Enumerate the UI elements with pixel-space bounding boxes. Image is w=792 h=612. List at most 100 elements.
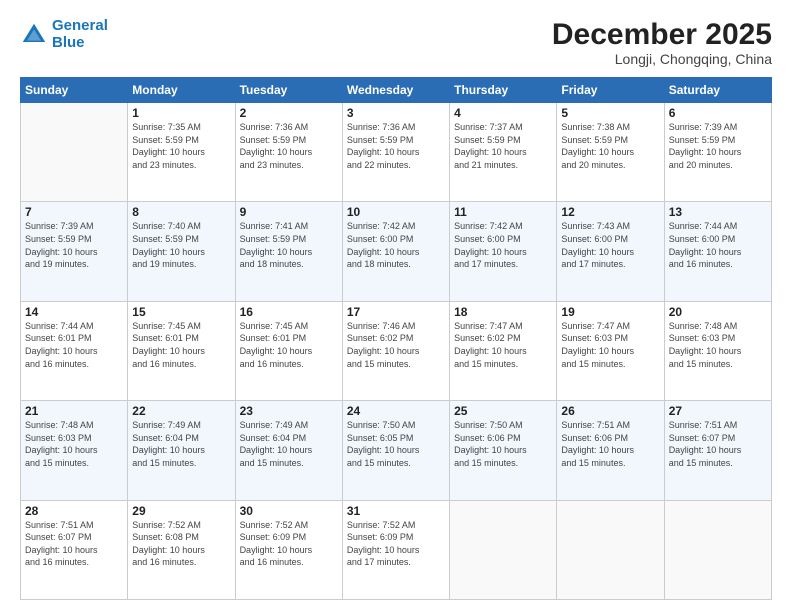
day-info: Sunrise: 7:52 AM Sunset: 6:09 PM Dayligh… [347, 519, 445, 569]
calendar-table: SundayMondayTuesdayWednesdayThursdayFrid… [20, 77, 772, 600]
day-info: Sunrise: 7:37 AM Sunset: 5:59 PM Dayligh… [454, 121, 552, 171]
day-number: 31 [347, 504, 445, 518]
day-number: 18 [454, 305, 552, 319]
day-number: 13 [669, 205, 767, 219]
day-number: 27 [669, 404, 767, 418]
title-block: December 2025 Longji, Chongqing, China [552, 18, 772, 67]
calendar-week-row: 21Sunrise: 7:48 AM Sunset: 6:03 PM Dayli… [21, 401, 772, 500]
day-info: Sunrise: 7:48 AM Sunset: 6:03 PM Dayligh… [25, 419, 123, 469]
day-info: Sunrise: 7:49 AM Sunset: 6:04 PM Dayligh… [240, 419, 338, 469]
day-info: Sunrise: 7:43 AM Sunset: 6:00 PM Dayligh… [561, 220, 659, 270]
weekday-header: Monday [128, 78, 235, 103]
calendar-cell: 21Sunrise: 7:48 AM Sunset: 6:03 PM Dayli… [21, 401, 128, 500]
day-info: Sunrise: 7:51 AM Sunset: 6:06 PM Dayligh… [561, 419, 659, 469]
day-number: 22 [132, 404, 230, 418]
calendar-cell: 3Sunrise: 7:36 AM Sunset: 5:59 PM Daylig… [342, 103, 449, 202]
month-title: December 2025 [552, 18, 772, 51]
calendar-cell: 20Sunrise: 7:48 AM Sunset: 6:03 PM Dayli… [664, 301, 771, 400]
day-info: Sunrise: 7:39 AM Sunset: 5:59 PM Dayligh… [25, 220, 123, 270]
day-info: Sunrise: 7:51 AM Sunset: 6:07 PM Dayligh… [669, 419, 767, 469]
calendar-cell: 6Sunrise: 7:39 AM Sunset: 5:59 PM Daylig… [664, 103, 771, 202]
calendar-body: 1Sunrise: 7:35 AM Sunset: 5:59 PM Daylig… [21, 103, 772, 600]
calendar-cell: 5Sunrise: 7:38 AM Sunset: 5:59 PM Daylig… [557, 103, 664, 202]
day-number: 8 [132, 205, 230, 219]
calendar-week-row: 28Sunrise: 7:51 AM Sunset: 6:07 PM Dayli… [21, 500, 772, 599]
day-number: 2 [240, 106, 338, 120]
day-info: Sunrise: 7:40 AM Sunset: 5:59 PM Dayligh… [132, 220, 230, 270]
calendar-cell: 30Sunrise: 7:52 AM Sunset: 6:09 PM Dayli… [235, 500, 342, 599]
day-number: 21 [25, 404, 123, 418]
calendar-cell: 16Sunrise: 7:45 AM Sunset: 6:01 PM Dayli… [235, 301, 342, 400]
day-info: Sunrise: 7:46 AM Sunset: 6:02 PM Dayligh… [347, 320, 445, 370]
day-info: Sunrise: 7:45 AM Sunset: 6:01 PM Dayligh… [132, 320, 230, 370]
day-info: Sunrise: 7:47 AM Sunset: 6:02 PM Dayligh… [454, 320, 552, 370]
calendar-cell: 9Sunrise: 7:41 AM Sunset: 5:59 PM Daylig… [235, 202, 342, 301]
calendar-cell: 1Sunrise: 7:35 AM Sunset: 5:59 PM Daylig… [128, 103, 235, 202]
day-number: 10 [347, 205, 445, 219]
day-info: Sunrise: 7:36 AM Sunset: 5:59 PM Dayligh… [347, 121, 445, 171]
day-number: 5 [561, 106, 659, 120]
day-info: Sunrise: 7:42 AM Sunset: 6:00 PM Dayligh… [347, 220, 445, 270]
weekday-header: Tuesday [235, 78, 342, 103]
day-info: Sunrise: 7:45 AM Sunset: 6:01 PM Dayligh… [240, 320, 338, 370]
logo-line2: Blue [52, 34, 85, 51]
day-number: 6 [669, 106, 767, 120]
weekday-header: Friday [557, 78, 664, 103]
calendar-cell: 8Sunrise: 7:40 AM Sunset: 5:59 PM Daylig… [128, 202, 235, 301]
day-number: 20 [669, 305, 767, 319]
day-number: 16 [240, 305, 338, 319]
header: General Blue December 2025 Longji, Chong… [20, 18, 772, 67]
calendar-cell [557, 500, 664, 599]
calendar-week-row: 14Sunrise: 7:44 AM Sunset: 6:01 PM Dayli… [21, 301, 772, 400]
calendar-cell: 18Sunrise: 7:47 AM Sunset: 6:02 PM Dayli… [450, 301, 557, 400]
day-number: 25 [454, 404, 552, 418]
day-number: 12 [561, 205, 659, 219]
weekday-header: Sunday [21, 78, 128, 103]
calendar-cell: 19Sunrise: 7:47 AM Sunset: 6:03 PM Dayli… [557, 301, 664, 400]
calendar-cell: 14Sunrise: 7:44 AM Sunset: 6:01 PM Dayli… [21, 301, 128, 400]
day-number: 3 [347, 106, 445, 120]
day-info: Sunrise: 7:51 AM Sunset: 6:07 PM Dayligh… [25, 519, 123, 569]
day-info: Sunrise: 7:50 AM Sunset: 6:06 PM Dayligh… [454, 419, 552, 469]
day-info: Sunrise: 7:41 AM Sunset: 5:59 PM Dayligh… [240, 220, 338, 270]
day-info: Sunrise: 7:48 AM Sunset: 6:03 PM Dayligh… [669, 320, 767, 370]
weekday-header: Thursday [450, 78, 557, 103]
calendar-cell: 7Sunrise: 7:39 AM Sunset: 5:59 PM Daylig… [21, 202, 128, 301]
day-number: 9 [240, 205, 338, 219]
day-info: Sunrise: 7:47 AM Sunset: 6:03 PM Dayligh… [561, 320, 659, 370]
calendar-cell: 23Sunrise: 7:49 AM Sunset: 6:04 PM Dayli… [235, 401, 342, 500]
day-info: Sunrise: 7:39 AM Sunset: 5:59 PM Dayligh… [669, 121, 767, 171]
day-number: 29 [132, 504, 230, 518]
day-info: Sunrise: 7:50 AM Sunset: 6:05 PM Dayligh… [347, 419, 445, 469]
day-info: Sunrise: 7:35 AM Sunset: 5:59 PM Dayligh… [132, 121, 230, 171]
day-info: Sunrise: 7:36 AM Sunset: 5:59 PM Dayligh… [240, 121, 338, 171]
day-number: 19 [561, 305, 659, 319]
calendar-cell [450, 500, 557, 599]
calendar-cell: 31Sunrise: 7:52 AM Sunset: 6:09 PM Dayli… [342, 500, 449, 599]
weekday-header: Saturday [664, 78, 771, 103]
calendar-cell: 10Sunrise: 7:42 AM Sunset: 6:00 PM Dayli… [342, 202, 449, 301]
calendar-cell: 17Sunrise: 7:46 AM Sunset: 6:02 PM Dayli… [342, 301, 449, 400]
page: General Blue December 2025 Longji, Chong… [0, 0, 792, 612]
weekday-header: Wednesday [342, 78, 449, 103]
calendar-cell: 4Sunrise: 7:37 AM Sunset: 5:59 PM Daylig… [450, 103, 557, 202]
calendar-week-row: 7Sunrise: 7:39 AM Sunset: 5:59 PM Daylig… [21, 202, 772, 301]
calendar-cell: 24Sunrise: 7:50 AM Sunset: 6:05 PM Dayli… [342, 401, 449, 500]
calendar-cell: 28Sunrise: 7:51 AM Sunset: 6:07 PM Dayli… [21, 500, 128, 599]
calendar-cell: 15Sunrise: 7:45 AM Sunset: 6:01 PM Dayli… [128, 301, 235, 400]
day-info: Sunrise: 7:42 AM Sunset: 6:00 PM Dayligh… [454, 220, 552, 270]
weekday-row: SundayMondayTuesdayWednesdayThursdayFrid… [21, 78, 772, 103]
day-info: Sunrise: 7:38 AM Sunset: 5:59 PM Dayligh… [561, 121, 659, 171]
calendar-cell: 29Sunrise: 7:52 AM Sunset: 6:08 PM Dayli… [128, 500, 235, 599]
logo-text: General Blue [52, 18, 108, 51]
day-number: 1 [132, 106, 230, 120]
day-number: 30 [240, 504, 338, 518]
day-number: 4 [454, 106, 552, 120]
calendar-cell [664, 500, 771, 599]
day-info: Sunrise: 7:52 AM Sunset: 6:09 PM Dayligh… [240, 519, 338, 569]
calendar-cell: 12Sunrise: 7:43 AM Sunset: 6:00 PM Dayli… [557, 202, 664, 301]
calendar-header: SundayMondayTuesdayWednesdayThursdayFrid… [21, 78, 772, 103]
calendar-cell: 27Sunrise: 7:51 AM Sunset: 6:07 PM Dayli… [664, 401, 771, 500]
day-number: 23 [240, 404, 338, 418]
calendar-cell: 26Sunrise: 7:51 AM Sunset: 6:06 PM Dayli… [557, 401, 664, 500]
